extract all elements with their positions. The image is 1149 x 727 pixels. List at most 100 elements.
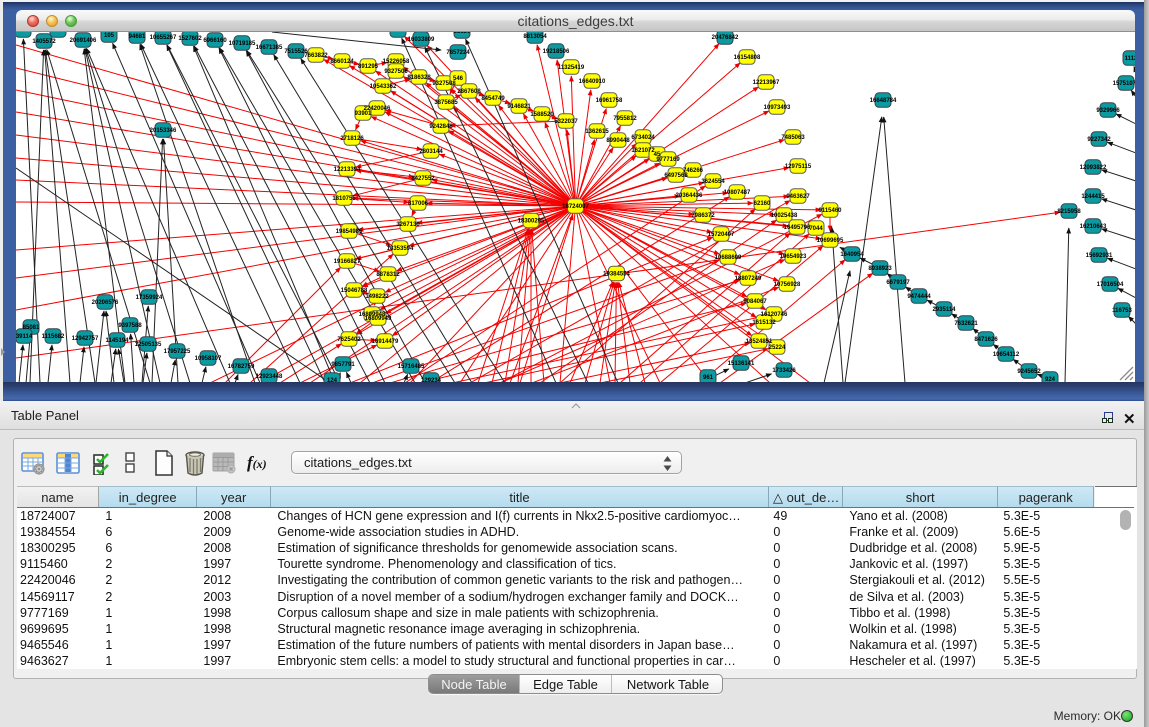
svg-text:1498222: 1498222 (365, 294, 389, 300)
svg-text:9777169: 9777169 (656, 157, 680, 163)
svg-text:12213394: 12213394 (334, 167, 361, 173)
svg-text:18807249: 18807249 (735, 276, 762, 282)
svg-text:2867608: 2867608 (457, 89, 481, 95)
svg-text:9227342: 9227342 (1087, 137, 1111, 143)
svg-text:16120746: 16120746 (761, 312, 788, 318)
svg-text:9327506: 9327506 (384, 69, 408, 75)
svg-text:8215958: 8215958 (1057, 209, 1081, 215)
svg-text:15716485: 15716485 (398, 364, 425, 370)
svg-text:19218506: 19218506 (543, 49, 570, 55)
svg-text:15136141: 15136141 (728, 361, 755, 367)
svg-text:8660124: 8660124 (330, 59, 354, 65)
svg-text:1244415: 1244415 (1081, 194, 1105, 200)
svg-text:8186328: 8186328 (407, 75, 431, 81)
svg-text:1112: 1112 (1125, 56, 1135, 62)
svg-text:10543362: 10543362 (370, 84, 397, 90)
svg-text:12505135: 12505135 (135, 342, 162, 348)
svg-text:961: 961 (703, 375, 714, 381)
svg-text:20364436: 20364436 (676, 193, 703, 199)
svg-text:7485063: 7485063 (781, 135, 805, 141)
svg-text:6966160: 6966160 (203, 38, 227, 44)
svg-text:10655267: 10655267 (150, 35, 177, 41)
svg-text:11325419: 11325419 (558, 65, 585, 71)
svg-text:94681: 94681 (129, 34, 146, 40)
svg-text:7955812: 7955812 (613, 116, 637, 122)
svg-text:10756928: 10756928 (774, 282, 801, 288)
svg-text:6734024: 6734024 (631, 135, 655, 141)
svg-text:16671385: 16671385 (256, 45, 283, 51)
svg-text:16648784: 16648784 (870, 98, 897, 104)
svg-text:15720407: 15720407 (708, 232, 735, 238)
svg-text:8878312: 8878312 (376, 272, 400, 278)
svg-text:10958107: 10958107 (195, 356, 222, 362)
svg-text:3267130: 3267130 (396, 222, 420, 228)
svg-text:1621072: 1621072 (631, 148, 655, 154)
svg-text:1145194: 1145194 (105, 338, 129, 344)
svg-text:13353594: 13353594 (387, 246, 414, 252)
svg-text:5322037: 5322037 (554, 119, 578, 125)
svg-text:19654923: 19654923 (780, 254, 807, 260)
svg-text:9242848: 9242848 (429, 124, 453, 130)
svg-text:93901: 93901 (355, 111, 372, 117)
svg-text:12923448: 12923448 (256, 374, 283, 380)
svg-text:10699695: 10699695 (817, 238, 844, 244)
svg-text:12093822: 12093822 (1080, 165, 1107, 171)
svg-text:8471626: 8471626 (974, 337, 998, 343)
svg-text:25224: 25224 (769, 345, 786, 351)
svg-text:2803144: 2803144 (419, 149, 443, 155)
svg-text:9329966: 9329966 (1096, 108, 1120, 114)
svg-text:105: 105 (104, 33, 115, 39)
svg-text:88130: 88130 (454, 32, 471, 35)
svg-text:1640954: 1640954 (840, 252, 864, 258)
svg-text:9115460: 9115460 (818, 208, 842, 214)
svg-text:9397588: 9397588 (118, 323, 142, 329)
svg-text:8454749: 8454749 (481, 96, 505, 102)
svg-text:7857224: 7857224 (446, 50, 470, 56)
svg-text:1810755: 1810755 (332, 196, 356, 202)
svg-text:10807487: 10807487 (724, 190, 751, 196)
svg-text:1527602: 1527602 (178, 36, 202, 42)
svg-text:62160: 62160 (754, 201, 771, 207)
svg-text:10977: 10977 (390, 32, 407, 34)
svg-text:1615132: 1615132 (752, 320, 776, 326)
svg-text:12975115: 12975115 (785, 164, 812, 170)
svg-text:1588520: 1588520 (530, 112, 554, 118)
svg-text:15046788: 15046788 (341, 288, 368, 294)
svg-text:9084067: 9084067 (743, 299, 767, 305)
svg-text:7663822: 7663822 (304, 53, 328, 59)
svg-text:1733426: 1733426 (772, 368, 796, 374)
svg-text:16154808: 16154808 (734, 55, 761, 61)
svg-text:16033809: 16033809 (408, 37, 435, 43)
svg-text:7632621: 7632621 (954, 321, 978, 327)
svg-text:2718126: 2718126 (340, 136, 364, 142)
svg-text:6497568: 6497568 (664, 173, 688, 179)
svg-text:546: 546 (453, 76, 464, 82)
svg-text:16495796: 16495796 (784, 225, 811, 231)
svg-text:39114: 39114 (16, 334, 33, 340)
svg-text:20476842: 20476842 (712, 35, 739, 41)
svg-text:12942757: 12942757 (72, 336, 99, 342)
svg-text:9474444: 9474444 (907, 294, 931, 300)
svg-text:7625402: 7625402 (337, 337, 361, 343)
svg-text:16809949: 16809949 (365, 316, 392, 322)
svg-text:9407: 9407 (16, 32, 30, 34)
svg-text:19854985: 19854985 (336, 229, 363, 235)
svg-text:85081: 85081 (23, 325, 40, 331)
svg-text:9146821: 9146821 (507, 104, 531, 110)
svg-text:18724007: 18724007 (562, 204, 589, 210)
svg-text:16640910: 16640910 (579, 79, 606, 85)
svg-text:15751074: 15751074 (1113, 81, 1135, 87)
svg-text:17016504: 17016504 (1097, 282, 1124, 288)
svg-text:15692931: 15692931 (1086, 253, 1113, 259)
svg-text:9857791: 9857791 (331, 362, 355, 368)
svg-text:19384554: 19384554 (603, 272, 630, 278)
svg-text:10688609: 10688609 (715, 255, 742, 261)
svg-text:1115682: 1115682 (42, 334, 65, 340)
svg-text:20691406: 20691406 (70, 38, 97, 44)
svg-text:12213967: 12213967 (753, 80, 780, 86)
svg-text:20153346: 20153346 (150, 128, 177, 134)
svg-text:8990448: 8990448 (606, 138, 630, 144)
svg-text:16961758: 16961758 (596, 98, 623, 104)
svg-text:10719185: 10719185 (229, 41, 256, 47)
svg-text:10654112: 10654112 (993, 352, 1020, 358)
